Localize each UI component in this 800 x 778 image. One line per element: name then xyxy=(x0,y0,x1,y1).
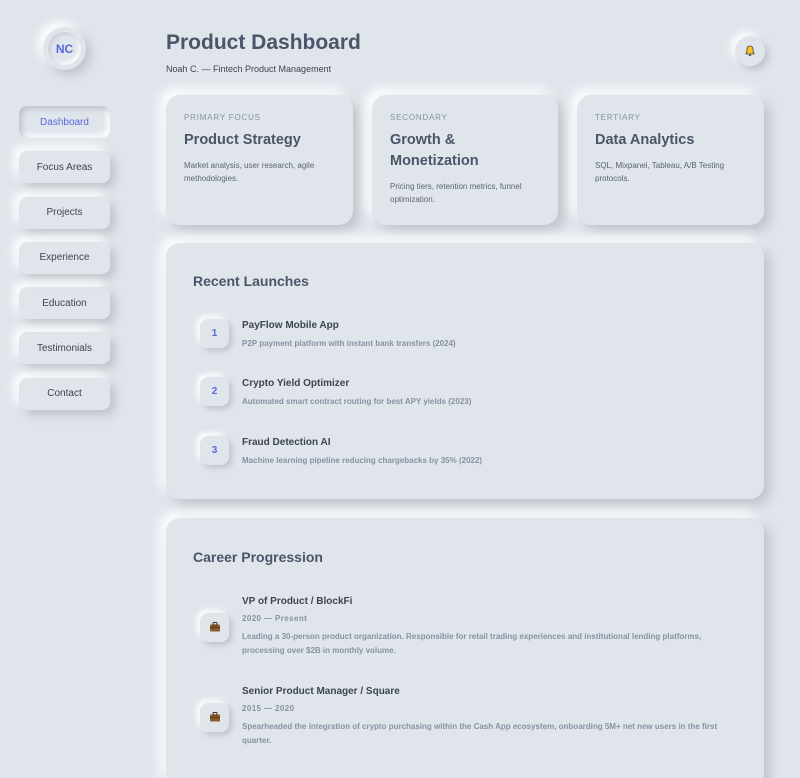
career-item[interactable]: Senior Product Manager / Square 2015 — 2… xyxy=(200,686,740,748)
avatar[interactable]: NC xyxy=(43,27,86,70)
launch-item[interactable]: 3 Fraud Detection AI Machine learning pi… xyxy=(200,436,482,465)
focus-card-label: SECONDARY xyxy=(390,113,448,122)
launch-desc: Machine learning pipeline reducing charg… xyxy=(242,456,483,465)
recent-launches-panel: Recent Launches 1 PayFlow Mobile App P2P… xyxy=(166,243,764,499)
career-desc: Leading a 30-person product organization… xyxy=(242,632,702,655)
recent-launches-title: Recent Launches xyxy=(193,273,309,289)
career-role: VP of Product / BlockFi xyxy=(242,596,353,607)
launch-desc: P2P payment platform with instant bank t… xyxy=(242,339,456,348)
nav-item-dashboard[interactable]: Dashboard xyxy=(19,106,110,138)
page-title: Product Dashboard xyxy=(166,31,361,54)
nav-item-focus-areas[interactable]: Focus Areas xyxy=(19,151,110,183)
nav-item-experience[interactable]: Experience xyxy=(19,242,110,274)
focus-card-tertiary[interactable]: TERTIARY Data Analytics SQL, Mixpanel, T… xyxy=(577,95,764,225)
launch-item[interactable]: 2 Crypto Yield Optimizer Automated smart… xyxy=(200,377,472,406)
career-years: 2020 — Present xyxy=(242,614,308,623)
career-years: 2015 — 2020 xyxy=(242,704,295,713)
career-progression-panel: Career Progression VP of Product / Block… xyxy=(166,518,764,778)
focus-card-label: TERTIARY xyxy=(595,113,641,122)
page-subtitle: Noah C. — Fintech Product Management xyxy=(166,64,332,74)
launch-name: PayFlow Mobile App xyxy=(242,320,339,331)
launch-number: 1 xyxy=(200,319,229,348)
nav-item-testimonials[interactable]: Testimonials xyxy=(19,332,110,364)
launch-number: 3 xyxy=(200,436,229,465)
launch-name: Fraud Detection AI xyxy=(242,437,331,448)
sidebar-nav: Dashboard Focus Areas Projects Experienc… xyxy=(19,106,110,423)
notifications-button[interactable] xyxy=(735,36,765,66)
nav-item-projects[interactable]: Projects xyxy=(19,197,110,229)
focus-card-secondary[interactable]: SECONDARY Growth & Monetization Pricing … xyxy=(372,95,558,225)
launch-number: 2 xyxy=(200,377,229,406)
launch-name: Crypto Yield Optimizer xyxy=(242,378,350,389)
avatar-initials: NC xyxy=(48,32,81,65)
launch-desc: Automated smart contract routing for bes… xyxy=(242,397,472,406)
focus-card-heading: Data Analytics xyxy=(595,132,695,148)
briefcase-icon xyxy=(200,703,229,732)
career-progression-title: Career Progression xyxy=(193,549,323,565)
focus-card-desc: Pricing tiers, retention metrics, funnel… xyxy=(390,182,522,204)
focus-card-label: PRIMARY FOCUS xyxy=(184,113,261,122)
bell-icon xyxy=(745,45,755,56)
career-desc: Spearheaded the integration of crypto pu… xyxy=(242,722,718,745)
focus-card-heading: Product Strategy xyxy=(184,132,301,148)
focus-card-desc: Market analysis, user research, agile me… xyxy=(184,161,315,183)
career-role: Senior Product Manager / Square xyxy=(242,686,400,697)
nav-item-education[interactable]: Education xyxy=(19,287,110,319)
nav-item-contact[interactable]: Contact xyxy=(19,378,110,410)
career-item[interactable]: VP of Product / BlockFi 2020 — Present L… xyxy=(200,596,740,658)
briefcase-icon xyxy=(200,613,229,642)
focus-card-primary[interactable]: PRIMARY FOCUS Product Strategy Market an… xyxy=(166,95,353,225)
focus-card-heading: Growth & Monetization xyxy=(390,132,479,169)
launch-item[interactable]: 1 PayFlow Mobile App P2P payment platfor… xyxy=(200,319,456,348)
focus-card-desc: SQL, Mixpanel, Tableau, A/B Testing prot… xyxy=(595,161,725,183)
